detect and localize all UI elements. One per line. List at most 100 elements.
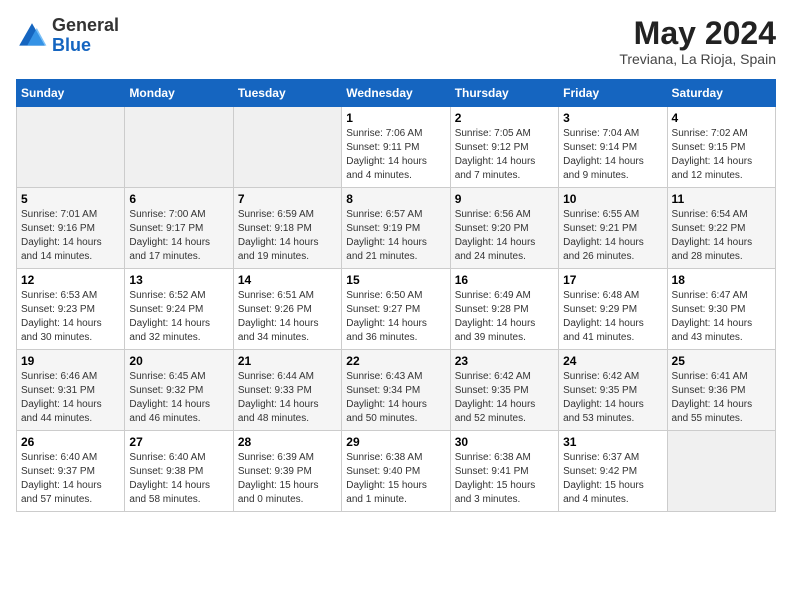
day-number: 1 [346,111,445,125]
day-number: 8 [346,192,445,206]
day-number: 7 [238,192,337,206]
day-info: Sunrise: 6:38 AMSunset: 9:40 PMDaylight:… [346,451,445,507]
day-number: 2 [455,111,554,125]
day-info: Sunrise: 6:47 AMSunset: 9:30 PMDaylight:… [672,289,771,345]
calendar-cell: 5 Sunrise: 7:01 AMSunset: 9:16 PMDaylight… [17,188,125,269]
day-number: 12 [21,273,120,287]
day-number: 24 [563,354,662,368]
weekday-header-friday: Friday [559,80,667,107]
day-info: Sunrise: 6:41 AMSunset: 9:36 PMDaylight:… [672,370,771,426]
day-number: 30 [455,435,554,449]
day-info: Sunrise: 6:37 AMSunset: 9:42 PMDaylight:… [563,451,662,507]
logo-text: General Blue [52,16,119,56]
day-number: 4 [672,111,771,125]
day-number: 26 [21,435,120,449]
calendar-week-3: 12Sunrise: 6:53 AMSunset: 9:23 PMDayligh… [17,269,776,350]
day-info: Sunrise: 6:39 AMSunset: 9:39 PMDaylight:… [238,451,337,507]
day-info: Sunrise: 6:55 AMSunset: 9:21 PMDaylight:… [563,208,662,264]
day-number: 25 [672,354,771,368]
weekday-header-tuesday: Tuesday [233,80,341,107]
calendar-week-1: 1 Sunrise: 7:06 AMSunset: 9:11 PMDaylight… [17,107,776,188]
day-info: Sunrise: 6:48 AMSunset: 9:29 PMDaylight:… [563,289,662,345]
calendar-cell: 19Sunrise: 6:46 AMSunset: 9:31 PMDayligh… [17,350,125,431]
calendar-cell: 27 Sunrise: 6:40 AMSunset: 9:38 PMDayligh… [125,431,233,512]
calendar-cell: 29 Sunrise: 6:38 AMSunset: 9:40 PMDayligh… [342,431,450,512]
calendar-cell [667,431,775,512]
logo: General Blue [16,16,119,56]
day-info: Sunrise: 7:00 AMSunset: 9:17 PMDaylight:… [129,208,228,264]
day-info: Sunrise: 7:04 AMSunset: 9:14 PMDaylight:… [563,127,662,183]
calendar-week-2: 5 Sunrise: 7:01 AMSunset: 9:16 PMDaylight… [17,188,776,269]
day-info: Sunrise: 7:05 AMSunset: 9:12 PMDaylight:… [455,127,554,183]
day-number: 29 [346,435,445,449]
calendar-cell: 31 Sunrise: 6:37 AMSunset: 9:42 PMDayligh… [559,431,667,512]
calendar-cell: 12Sunrise: 6:53 AMSunset: 9:23 PMDayligh… [17,269,125,350]
location: Treviana, La Rioja, Spain [619,51,776,67]
day-number: 18 [672,273,771,287]
title-block: May 2024 Treviana, La Rioja, Spain [619,16,776,67]
calendar-week-4: 19Sunrise: 6:46 AMSunset: 9:31 PMDayligh… [17,350,776,431]
day-number: 21 [238,354,337,368]
calendar-cell: 17 Sunrise: 6:48 AMSunset: 9:29 PMDayligh… [559,269,667,350]
day-info: Sunrise: 6:59 AMSunset: 9:18 PMDaylight:… [238,208,337,264]
calendar-cell [17,107,125,188]
day-info: Sunrise: 6:40 AMSunset: 9:37 PMDaylight:… [21,451,120,507]
calendar-cell: 6 Sunrise: 7:00 AMSunset: 9:17 PMDaylight… [125,188,233,269]
calendar-cell: 22Sunrise: 6:43 AMSunset: 9:34 PMDayligh… [342,350,450,431]
day-info: Sunrise: 6:45 AMSunset: 9:32 PMDaylight:… [129,370,228,426]
month-year: May 2024 [619,16,776,51]
weekday-header-row: SundayMondayTuesdayWednesdayThursdayFrid… [17,80,776,107]
calendar-cell: 14 Sunrise: 6:51 AMSunset: 9:26 PMDayligh… [233,269,341,350]
calendar-cell: 30Sunrise: 6:38 AMSunset: 9:41 PMDayligh… [450,431,558,512]
day-number: 27 [129,435,228,449]
day-number: 28 [238,435,337,449]
calendar-week-5: 26 Sunrise: 6:40 AMSunset: 9:37 PMDayligh… [17,431,776,512]
day-info: Sunrise: 6:42 AMSunset: 9:35 PMDaylight:… [455,370,554,426]
day-number: 6 [129,192,228,206]
day-info: Sunrise: 7:06 AMSunset: 9:11 PMDaylight:… [346,127,445,183]
day-number: 3 [563,111,662,125]
day-number: 10 [563,192,662,206]
calendar-cell: 7 Sunrise: 6:59 AMSunset: 9:18 PMDaylight… [233,188,341,269]
calendar-cell: 13Sunrise: 6:52 AMSunset: 9:24 PMDayligh… [125,269,233,350]
calendar-cell: 28 Sunrise: 6:39 AMSunset: 9:39 PMDayligh… [233,431,341,512]
day-number: 16 [455,273,554,287]
weekday-header-saturday: Saturday [667,80,775,107]
calendar-cell: 10 Sunrise: 6:55 AMSunset: 9:21 PMDayligh… [559,188,667,269]
day-number: 17 [563,273,662,287]
calendar-cell: 3 Sunrise: 7:04 AMSunset: 9:14 PMDaylight… [559,107,667,188]
day-number: 22 [346,354,445,368]
day-number: 15 [346,273,445,287]
day-number: 9 [455,192,554,206]
day-number: 5 [21,192,120,206]
day-number: 31 [563,435,662,449]
day-number: 13 [129,273,228,287]
calendar-cell: 26 Sunrise: 6:40 AMSunset: 9:37 PMDayligh… [17,431,125,512]
weekday-header-sunday: Sunday [17,80,125,107]
weekday-header-monday: Monday [125,80,233,107]
day-info: Sunrise: 6:54 AMSunset: 9:22 PMDaylight:… [672,208,771,264]
calendar-cell: 11 Sunrise: 6:54 AMSunset: 9:22 PMDayligh… [667,188,775,269]
day-info: Sunrise: 6:42 AMSunset: 9:35 PMDaylight:… [563,370,662,426]
day-info: Sunrise: 6:57 AMSunset: 9:19 PMDaylight:… [346,208,445,264]
calendar-cell: 24 Sunrise: 6:42 AMSunset: 9:35 PMDayligh… [559,350,667,431]
calendar-table: SundayMondayTuesdayWednesdayThursdayFrid… [16,79,776,512]
calendar-cell: 21Sunrise: 6:44 AMSunset: 9:33 PMDayligh… [233,350,341,431]
calendar-cell: 25 Sunrise: 6:41 AMSunset: 9:36 PMDayligh… [667,350,775,431]
day-info: Sunrise: 6:51 AMSunset: 9:26 PMDaylight:… [238,289,337,345]
logo-icon [16,20,48,52]
day-info: Sunrise: 6:40 AMSunset: 9:38 PMDaylight:… [129,451,228,507]
day-number: 14 [238,273,337,287]
day-info: Sunrise: 7:01 AMSunset: 9:16 PMDaylight:… [21,208,120,264]
day-info: Sunrise: 6:49 AMSunset: 9:28 PMDaylight:… [455,289,554,345]
day-info: Sunrise: 6:56 AMSunset: 9:20 PMDaylight:… [455,208,554,264]
calendar-cell: 2 Sunrise: 7:05 AMSunset: 9:12 PMDaylight… [450,107,558,188]
calendar-cell: 23Sunrise: 6:42 AMSunset: 9:35 PMDayligh… [450,350,558,431]
calendar-cell: 15Sunrise: 6:50 AMSunset: 9:27 PMDayligh… [342,269,450,350]
calendar-cell: 8 Sunrise: 6:57 AMSunset: 9:19 PMDaylight… [342,188,450,269]
calendar-cell: 16 Sunrise: 6:49 AMSunset: 9:28 PMDayligh… [450,269,558,350]
day-info: Sunrise: 7:02 AMSunset: 9:15 PMDaylight:… [672,127,771,183]
day-number: 11 [672,192,771,206]
calendar-cell: 4 Sunrise: 7:02 AMSunset: 9:15 PMDaylight… [667,107,775,188]
day-number: 19 [21,354,120,368]
